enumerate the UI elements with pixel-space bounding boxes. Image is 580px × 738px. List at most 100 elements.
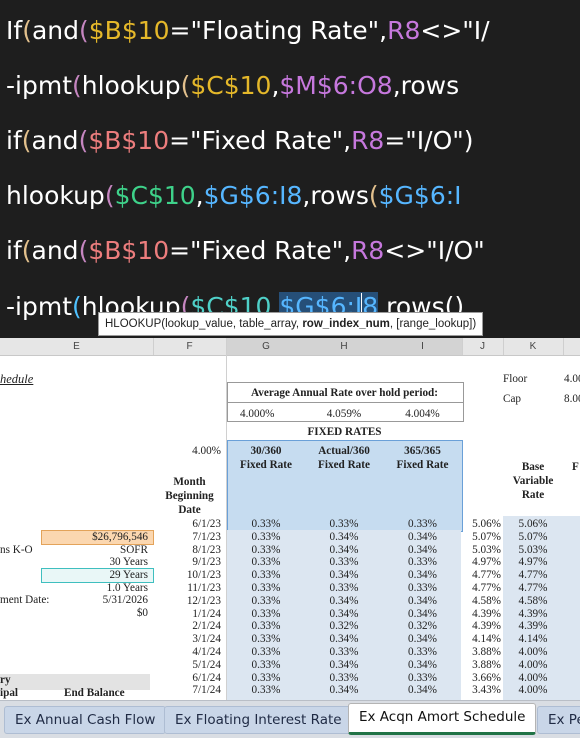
cell-k[interactable]: 5.06% [503, 518, 563, 531]
cell-g[interactable]: 0.33% [227, 633, 305, 646]
column-header-h[interactable]: H [305, 338, 384, 355]
cell-date[interactable]: 8/1/23 [153, 544, 221, 557]
cell-g[interactable]: 0.33% [227, 608, 305, 621]
column-header-g[interactable]: G [227, 338, 306, 355]
cell-h[interactable]: 0.33% [305, 556, 383, 569]
cell-date[interactable]: 7/1/23 [153, 531, 221, 544]
tab-ex-pe[interactable]: Ex Pe [537, 706, 580, 734]
column-header-l[interactable] [563, 338, 580, 355]
cell-date[interactable]: 3/1/24 [153, 633, 221, 646]
cell-k[interactable]: 4.00% [503, 672, 563, 685]
formula-line-1[interactable]: If(and($B$10="Floating Rate",R8<>"I/ [6, 18, 490, 43]
cell-k[interactable]: 4.00% [503, 659, 563, 672]
cell-g[interactable]: 0.33% [227, 659, 305, 672]
cell-g[interactable]: 0.33% [227, 518, 305, 531]
cell-i[interactable]: 0.34% [383, 569, 462, 582]
cell-h[interactable]: 0.34% [305, 659, 383, 672]
cell-date[interactable]: 2/1/24 [153, 620, 221, 633]
cell-g[interactable]: 0.33% [227, 569, 305, 582]
cell-g[interactable]: 0.33% [227, 531, 305, 544]
cell-g[interactable]: 0.33% [227, 544, 305, 557]
formula-line-4[interactable]: hlookup($C$10,$G$6:I8,rows($G$6:I [6, 183, 462, 208]
cell-j[interactable]: 3.43% [462, 684, 501, 697]
cell-i[interactable]: 0.34% [383, 684, 462, 697]
cell-h[interactable]: 0.33% [305, 518, 383, 531]
cell-g[interactable]: 0.33% [227, 672, 305, 685]
formula-editor[interactable]: If(and($B$10="Floating Rate",R8<>"I/ -ip… [0, 0, 580, 338]
cell-j[interactable]: 5.03% [462, 544, 501, 557]
cell-k[interactable]: 5.03% [503, 544, 563, 557]
formula-line-2[interactable]: -ipmt(hlookup($C$10,$M$6:O8,rows [6, 73, 459, 98]
cell-i[interactable]: 0.34% [383, 544, 462, 557]
cell-g[interactable]: 0.33% [227, 646, 305, 659]
cell-date[interactable]: 12/1/23 [153, 595, 221, 608]
cell-j[interactable]: 4.14% [462, 633, 501, 646]
cell-date[interactable]: 4/1/24 [153, 646, 221, 659]
cell-k[interactable]: 4.77% [503, 569, 563, 582]
cell-h[interactable]: 0.33% [305, 582, 383, 595]
tab-ex-floating-interest-rate[interactable]: Ex Floating Interest Rate [164, 706, 353, 734]
column-header-j[interactable]: J [462, 338, 504, 355]
cell-date[interactable]: 5/1/24 [153, 659, 221, 672]
cell-h[interactable]: 0.33% [305, 672, 383, 685]
cell-k[interactable]: 5.07% [503, 531, 563, 544]
cell-i[interactable]: 0.33% [383, 518, 462, 531]
column-header-k[interactable]: K [503, 338, 564, 355]
cell-k[interactable]: 4.77% [503, 582, 563, 595]
cell-g[interactable]: 0.33% [227, 582, 305, 595]
cell-i[interactable]: 0.34% [383, 659, 462, 672]
cell-h[interactable]: 0.34% [305, 608, 383, 621]
cell-date[interactable]: 6/1/24 [153, 672, 221, 685]
cell-j[interactable]: 4.77% [462, 582, 501, 595]
tab-ex-annual-cash-flow[interactable]: Ex Annual Cash Flow [4, 706, 167, 734]
cell-h[interactable]: 0.32% [305, 620, 383, 633]
cell-k[interactable]: 4.39% [503, 608, 563, 621]
cell-date[interactable]: 9/1/23 [153, 556, 221, 569]
cell-k[interactable]: 4.00% [503, 684, 563, 697]
cell-i[interactable]: 0.34% [383, 633, 462, 646]
cell-h[interactable]: 0.34% [305, 544, 383, 557]
cell-i[interactable]: 0.34% [383, 608, 462, 621]
cell-g[interactable]: 0.33% [227, 556, 305, 569]
cell-h[interactable]: 0.34% [305, 633, 383, 646]
cell-k[interactable]: 4.39% [503, 620, 563, 633]
cell-j[interactable]: 4.39% [462, 608, 501, 621]
formula-line-5[interactable]: if(and($B$10="Fixed Rate",R8<>"I/O" [6, 238, 485, 263]
cell-i[interactable]: 0.33% [383, 672, 462, 685]
cell-j[interactable]: 4.77% [462, 569, 501, 582]
cell-k[interactable]: 4.00% [503, 646, 563, 659]
cell-h[interactable]: 0.33% [305, 646, 383, 659]
cell-i[interactable]: 0.33% [383, 646, 462, 659]
fixed-rate-input[interactable]: 4.00% [153, 445, 221, 458]
cell-k[interactable]: 4.58% [503, 595, 563, 608]
spreadsheet-grid[interactable]: E F G H I J K hedule Floor 4.00 Cap 8.00… [0, 338, 580, 737]
column-header-i[interactable]: I [383, 338, 463, 355]
cell-g[interactable]: 0.33% [227, 620, 305, 633]
cell-i[interactable]: 0.33% [383, 582, 462, 595]
cell-k[interactable]: 4.14% [503, 633, 563, 646]
cell-g[interactable]: 0.33% [227, 595, 305, 608]
cell-g[interactable]: 0.33% [227, 684, 305, 697]
cell-date[interactable]: 11/1/23 [153, 582, 221, 595]
cell-j[interactable]: 3.88% [462, 646, 501, 659]
column-header-e[interactable]: E [0, 338, 154, 355]
column-header-f[interactable]: F [153, 338, 227, 355]
cell-h[interactable]: 0.34% [305, 684, 383, 697]
cell-j[interactable]: 4.97% [462, 556, 501, 569]
cell-i[interactable]: 0.33% [383, 556, 462, 569]
tab-ex-acqn-amort-schedule[interactable]: Ex Acqn Amort Schedule [348, 703, 537, 735]
cell-k[interactable]: 4.97% [503, 556, 563, 569]
cell-j[interactable]: 4.58% [462, 595, 501, 608]
cell-date[interactable]: 6/1/23 [153, 518, 221, 531]
cell-date[interactable]: 1/1/24 [153, 608, 221, 621]
cell-i[interactable]: 0.34% [383, 595, 462, 608]
cell-i[interactable]: 0.32% [383, 620, 462, 633]
cell-j[interactable]: 3.66% [462, 672, 501, 685]
cell-j[interactable]: 3.88% [462, 659, 501, 672]
cell-h[interactable]: 0.34% [305, 595, 383, 608]
cell-j[interactable]: 4.39% [462, 620, 501, 633]
formula-line-3[interactable]: if(and($B$10="Fixed Rate",R8="I/O") [6, 128, 474, 153]
cell-date[interactable]: 10/1/23 [153, 569, 221, 582]
cell-date[interactable]: 7/1/24 [153, 684, 221, 697]
cell-h[interactable]: 0.34% [305, 569, 383, 582]
